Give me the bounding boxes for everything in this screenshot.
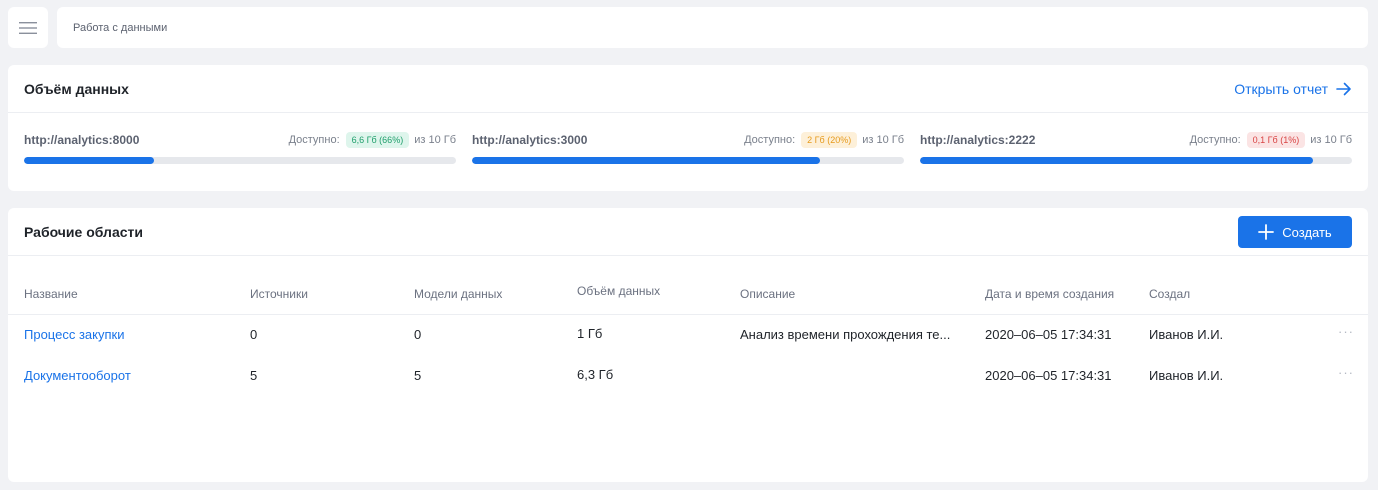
column-header-author[interactable]: Создал — [1149, 287, 1190, 301]
available-label: Доступно: — [288, 134, 340, 146]
column-header-volume[interactable]: Объём данных — [577, 284, 660, 298]
more-actions-icon[interactable]: ··· — [1338, 365, 1354, 380]
menu-button[interactable] — [8, 7, 48, 48]
arrow-right-icon — [1336, 82, 1351, 95]
breadcrumb-item[interactable]: Работа с данными — [73, 22, 167, 34]
available-badge: 2 Гб (20%) — [801, 132, 858, 148]
top-bar: Работа с данными — [8, 7, 1368, 48]
column-header-created[interactable]: Дата и время создания — [985, 287, 1114, 301]
capacity-label: из 10 Гб — [1310, 134, 1352, 146]
capacity-label: из 10 Гб — [414, 134, 456, 146]
available-badge: 0,1 Гб (1%) — [1246, 132, 1306, 148]
workspaces-card: Рабочие области Создать Название Источни… — [8, 208, 1368, 482]
available-label: Доступно: — [744, 134, 796, 146]
usage-bar-fill — [920, 157, 1314, 164]
models-count: 0 — [414, 327, 422, 342]
server-item: http://analytics:8000 Доступно: 6,6 Гб (… — [24, 131, 456, 164]
data-volume-header: Объём данных Открыть отчет — [8, 65, 1368, 113]
column-header-sources[interactable]: Источники — [250, 287, 308, 301]
server-list: http://analytics:8000 Доступно: 6,6 Гб (… — [8, 113, 1368, 190]
models-count: 5 — [414, 368, 422, 383]
open-report-label: Открыть отчет — [1234, 80, 1328, 97]
create-button[interactable]: Создать — [1238, 216, 1352, 248]
capacity-label: из 10 Гб — [862, 134, 904, 146]
server-url: http://analytics:3000 — [472, 133, 588, 147]
author: Иванов И.И. — [1149, 368, 1224, 383]
server-item: http://analytics:2222 Доступно: 0,1 Гб (… — [920, 131, 1352, 164]
server-url: http://analytics:2222 — [920, 133, 1036, 147]
author: Иванов И.И. — [1149, 327, 1224, 342]
available-label: Доступно: — [1189, 134, 1241, 146]
open-report-link[interactable]: Открыть отчет — [1234, 81, 1352, 97]
hamburger-icon — [19, 21, 37, 34]
table-row: Процесс закупки 0 0 1 Гб Анализ времени … — [8, 315, 1368, 356]
created-datetime: 2020–06–05 17:34:31 — [985, 327, 1112, 342]
usage-bar — [24, 157, 456, 164]
workspaces-title: Рабочие области — [24, 223, 143, 240]
create-button-label: Создать — [1282, 224, 1332, 240]
more-actions-icon[interactable]: ··· — [1338, 324, 1354, 339]
description: Анализ времени прохождения те... — [740, 327, 951, 342]
column-header-name[interactable]: Название — [24, 287, 78, 301]
usage-bar — [472, 157, 904, 164]
sources-count: 5 — [250, 368, 258, 383]
usage-bar-fill — [24, 157, 154, 164]
data-volume: 6,3 Гб — [577, 367, 614, 382]
column-header-models[interactable]: Модели данных — [414, 287, 502, 301]
table-header: Название Источники Модели данных Объём д… — [8, 278, 1368, 315]
data-volume-card: Объём данных Открыть отчет http://analyt… — [8, 65, 1368, 191]
created-datetime: 2020–06–05 17:34:31 — [985, 368, 1112, 383]
plus-icon — [1258, 224, 1275, 240]
workspace-name-link[interactable]: Документооборот — [24, 368, 131, 383]
server-url: http://analytics:8000 — [24, 133, 140, 147]
data-volume-title: Объём данных — [24, 80, 129, 97]
available-badge: 6,6 Гб (66%) — [345, 132, 410, 148]
usage-bar — [920, 157, 1352, 164]
server-item: http://analytics:3000 Доступно: 2 Гб (20… — [472, 131, 904, 164]
usage-bar-fill — [472, 157, 820, 164]
breadcrumb: Работа с данными — [57, 7, 1368, 48]
workspaces-table: Название Источники Модели данных Объём д… — [8, 278, 1368, 397]
data-volume: 1 Гб — [577, 326, 603, 341]
column-header-description[interactable]: Описание — [740, 287, 795, 301]
workspace-name-link[interactable]: Процесс закупки — [24, 327, 124, 342]
table-row: Документооборот 5 5 6,3 Гб 2020–06–05 17… — [8, 356, 1368, 397]
sources-count: 0 — [250, 327, 258, 342]
workspaces-header: Рабочие области Создать — [8, 208, 1368, 256]
